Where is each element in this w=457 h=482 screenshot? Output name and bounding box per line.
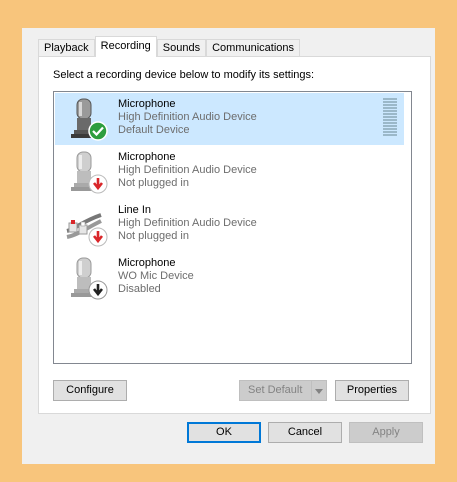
configure-button[interactable]: Configure — [53, 380, 127, 401]
device-driver: High Definition Audio Device — [118, 164, 257, 176]
properties-button[interactable]: Properties — [335, 380, 409, 401]
unplugged-red-arrow-icon — [88, 227, 108, 247]
device-item-line-in[interactable]: Line In High Definition Audio Device Not… — [55, 199, 404, 251]
device-status: Default Device — [118, 124, 190, 136]
device-item-microphone-2[interactable]: Microphone High Definition Audio Device … — [55, 146, 404, 198]
device-status: Not plugged in — [118, 177, 189, 189]
tab-strip: Playback Recording Sounds Communications — [38, 36, 301, 57]
set-default-button[interactable]: Set Default — [239, 380, 327, 401]
device-name: Line In — [118, 204, 152, 216]
apply-button[interactable]: Apply — [349, 422, 423, 443]
device-name: Microphone — [118, 257, 176, 269]
disabled-arrow-icon — [88, 280, 108, 300]
device-status: Disabled — [118, 283, 161, 295]
device-driver: High Definition Audio Device — [118, 111, 257, 123]
recording-panel: Select a recording device below to modif… — [38, 56, 431, 414]
ok-button[interactable]: OK — [187, 422, 261, 443]
device-item-microphone-default[interactable]: Microphone High Definition Audio Device … — [55, 93, 404, 145]
device-driver: WO Mic Device — [118, 270, 194, 282]
sound-dialog: Playback Recording Sounds Communications… — [22, 28, 435, 464]
device-list[interactable]: Microphone High Definition Audio Device … — [53, 91, 412, 364]
tab-playback[interactable]: Playback — [38, 39, 95, 56]
level-meter — [383, 98, 397, 138]
device-item-microphone-wo-mic[interactable]: Microphone WO Mic Device Disabled — [55, 252, 404, 304]
instruction-text: Select a recording device below to modif… — [53, 69, 315, 81]
tab-communications[interactable]: Communications — [206, 39, 301, 56]
device-driver: High Definition Audio Device — [118, 217, 257, 229]
unplugged-red-arrow-icon — [88, 174, 108, 194]
tab-sounds[interactable]: Sounds — [156, 39, 207, 56]
chevron-down-icon[interactable] — [311, 381, 326, 400]
cancel-button[interactable]: Cancel — [268, 422, 342, 443]
tab-recording[interactable]: Recording — [94, 36, 157, 57]
set-default-label: Set Default — [248, 384, 303, 396]
device-name: Microphone — [118, 98, 176, 110]
device-status: Not plugged in — [118, 230, 189, 242]
device-name: Microphone — [118, 151, 176, 163]
default-check-icon — [88, 121, 108, 141]
